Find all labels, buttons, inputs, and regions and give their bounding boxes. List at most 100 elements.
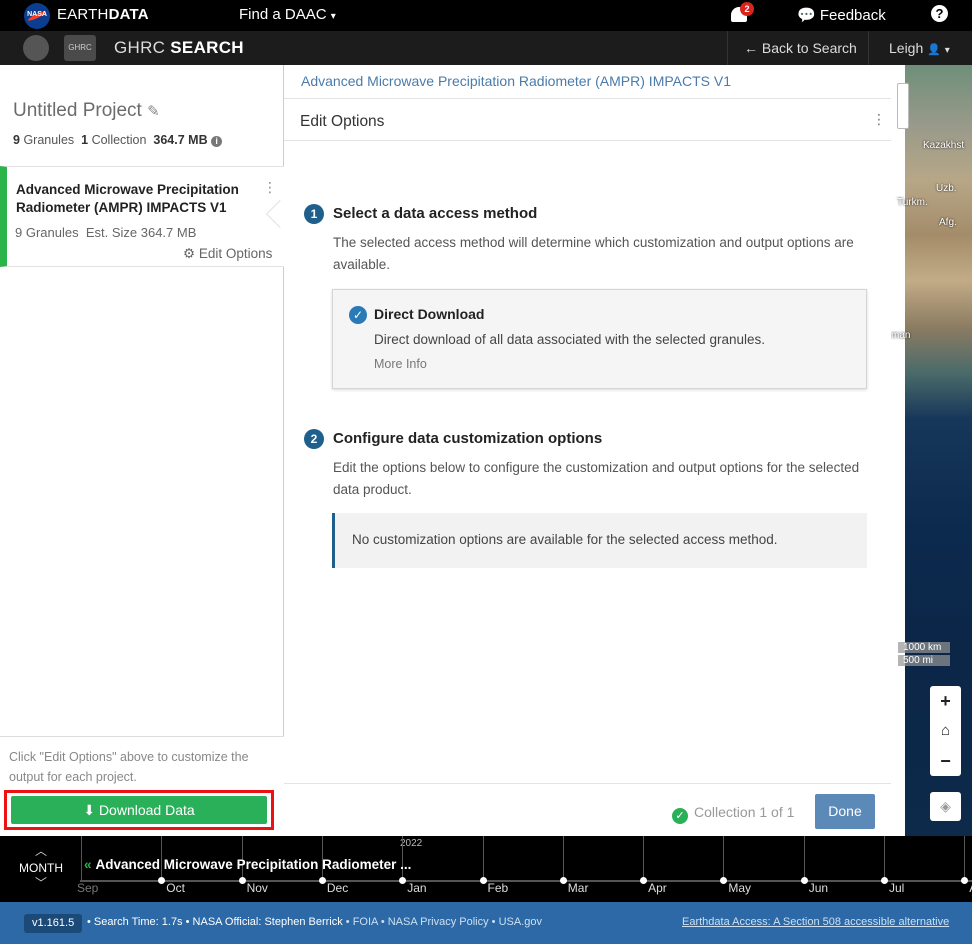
edit-pencil-icon[interactable]: ✎ <box>147 103 160 120</box>
panel-resize-strip <box>891 65 905 836</box>
footer-info: • Search Time: 1.7s • NASA Official: Ste… <box>87 916 542 928</box>
timeline-month-label: Mar <box>567 881 589 895</box>
panel-resize-handle[interactable] <box>897 83 909 129</box>
no-customization-notice: No customization options are available f… <box>332 513 867 568</box>
scale-km: 1000 km <box>898 642 950 653</box>
timeline-dot[interactable] <box>961 877 969 884</box>
privacy-policy-link[interactable]: • NASA Privacy Policy <box>381 916 489 928</box>
timeline-tick <box>803 836 805 880</box>
map-scale: 1000 km 500 mi <box>898 642 950 668</box>
timeline-month-label: Sep <box>77 881 99 895</box>
timeline-month-label: Oct <box>166 881 185 895</box>
download-highlight: ⬇ Download Data <box>4 790 274 830</box>
project-sidebar: Untitled Project ✎ 9 Granules 1 Collecti… <box>0 65 295 836</box>
edit-options-hint: Click "Edit Options" above to customize … <box>9 750 249 784</box>
project-summary: 9 Granules 1 Collection 364.7 MB i <box>13 133 223 147</box>
home-icon[interactable]: ⌂ <box>930 716 961 746</box>
panel-footer: ✓ Collection 1 of 1 Done <box>284 783 891 836</box>
download-data-button[interactable]: ⬇ Download Data <box>11 796 267 824</box>
check-circle-icon: ✓ <box>672 808 688 824</box>
timeline-dot[interactable] <box>720 877 728 884</box>
timeline-month-label: May <box>728 881 752 895</box>
map-label: man <box>891 330 911 341</box>
access-method-title: Direct Download <box>374 306 485 322</box>
notification-badge: 2 <box>740 2 754 16</box>
access-method-direct-download[interactable]: ✓ Direct Download Direct download of all… <box>332 289 867 389</box>
map-zoom-controls: + ⌂ − <box>930 686 961 776</box>
step-title: Select a data access method <box>333 205 538 222</box>
checkmark-icon: ✓ <box>349 306 367 324</box>
download-icon: ⬇ <box>83 802 96 818</box>
nasa-logo[interactable]: NASA <box>24 3 50 29</box>
timeline-tick <box>562 836 564 880</box>
edit-options-title: Edit Options <box>284 99 891 141</box>
timeline-month-label: Nov <box>246 881 268 895</box>
user-menu[interactable]: Leigh 👤 ▾ <box>868 31 972 65</box>
timeline-month-label: Jul <box>889 881 905 895</box>
timeline-tick <box>884 836 885 880</box>
access-method-description: Direct download of all data associated w… <box>374 332 765 347</box>
timeline-dot[interactable] <box>640 877 648 884</box>
collection-progress: ✓ Collection 1 of 1 <box>672 804 794 824</box>
chevron-down-icon: ▾ <box>330 11 336 22</box>
zoom-out-icon[interactable]: − <box>930 746 961 776</box>
timeline-dot[interactable] <box>238 877 246 884</box>
timeline-dot[interactable] <box>881 877 888 884</box>
timeline-month-label: Apr <box>648 881 667 895</box>
version-badge: v1.161.5 <box>24 914 83 933</box>
find-a-daac-dropdown[interactable]: Find a DAAC ▾ <box>239 6 336 23</box>
timeline-zoom-level[interactable]: MONTH <box>10 861 72 875</box>
double-chevron-left-icon: « <box>84 857 92 872</box>
edit-options-link[interactable]: ⚙ Edit Options <box>183 246 272 262</box>
map-label: Afg. <box>939 217 957 228</box>
map-label: Uzb. <box>936 183 957 194</box>
layers-icon[interactable]: ◈ <box>930 792 961 821</box>
timeline-dot[interactable] <box>318 877 326 884</box>
step-description: The selected access method will determin… <box>333 235 854 272</box>
timeline-tick <box>723 836 725 880</box>
back-to-search-button[interactable]: ← Back to Search <box>727 31 867 65</box>
done-button[interactable]: Done <box>815 794 875 829</box>
ghrc-search-title: GHRC SEARCH <box>114 38 244 57</box>
map-label: Turkm. <box>897 197 928 208</box>
step-title: Configure data customization options <box>333 430 603 447</box>
map-label: Kazakhst <box>923 140 965 151</box>
feedback-link[interactable]: 💬 Feedback <box>797 6 886 24</box>
more-options-icon[interactable]: ⋮ <box>263 180 277 194</box>
timeline-dot[interactable] <box>158 877 166 884</box>
chevron-down-icon: ▾ <box>944 45 950 56</box>
step-description: Edit the options below to configure the … <box>333 460 860 497</box>
more-options-icon[interactable]: ⋮ <box>872 111 886 128</box>
timeline-dot[interactable] <box>800 877 808 884</box>
project-collection-card[interactable]: Advanced Microwave Precipitation Radiome… <box>0 166 284 267</box>
collection-header-link[interactable]: Advanced Microwave Precipitation Radiome… <box>284 65 891 99</box>
timeline-dot[interactable] <box>399 877 407 884</box>
timeline-axis <box>80 880 972 882</box>
timeline-collection-title: «Advanced Microwave Precipitation Radiom… <box>84 857 412 872</box>
zoom-in-icon[interactable]: + <box>930 686 961 716</box>
foia-link[interactable]: • FOIA <box>346 916 378 928</box>
timeline-dot[interactable] <box>559 877 567 884</box>
chevron-up-icon[interactable]: ︿ <box>35 842 47 859</box>
user-icon: 👤 <box>927 44 941 56</box>
timeline[interactable]: ︿ MONTH ﹀ 2022 Sep Oct Nov Dec Jan Feb Mar Apr M… <box>0 836 972 902</box>
more-info-link[interactable]: More Info <box>374 357 427 371</box>
project-title[interactable]: Untitled Project ✎ <box>13 100 160 122</box>
timeline-tick <box>81 836 82 880</box>
gear-icon: ⚙ <box>183 246 196 261</box>
nasa-logo-small[interactable] <box>23 35 49 61</box>
timeline-month-label: Jan <box>407 881 427 895</box>
notifications-bell-icon[interactable]: 2 <box>730 2 754 26</box>
arrow-left-icon: ← <box>744 40 758 56</box>
accessible-alternative-link[interactable]: Earthdata Access: A Section 508 accessib… <box>682 916 949 928</box>
timeline-year: 2022 <box>400 838 423 849</box>
usa-gov-link[interactable]: • USA.gov <box>492 916 542 928</box>
chevron-down-icon[interactable]: ﹀ <box>35 874 47 891</box>
earthdata-brand[interactable]: EARTHDATA <box>57 6 149 23</box>
step-number-badge: 2 <box>304 429 324 449</box>
chat-bubble-icon: 💬 <box>797 7 816 24</box>
help-icon[interactable]: ? <box>931 5 948 22</box>
ghrc-logo[interactable]: GHRC <box>64 35 96 61</box>
timeline-dot[interactable] <box>479 877 487 884</box>
info-icon[interactable]: i <box>211 136 223 147</box>
